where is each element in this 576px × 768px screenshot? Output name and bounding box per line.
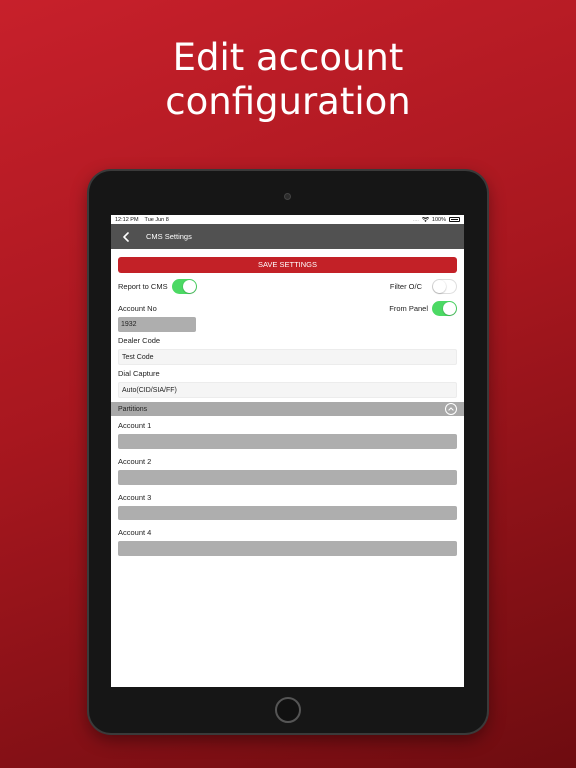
partitions-header[interactable]: Partitions xyxy=(111,402,464,416)
back-button[interactable] xyxy=(119,230,133,244)
home-button[interactable] xyxy=(275,697,301,723)
filter-oc-toggle[interactable] xyxy=(432,279,457,294)
account-4-input[interactable] xyxy=(118,541,457,556)
account-no-row: Account No From Panel xyxy=(118,301,457,316)
status-right: .... 100% xyxy=(413,217,460,223)
settings-form: SAVE SETTINGS Report to CMS Filter O/C A… xyxy=(111,257,464,398)
chevron-up-circle-icon[interactable] xyxy=(445,403,457,415)
app-screen: 12:12 PM Tue Jun 8 .... 100% CMS Setting… xyxy=(111,215,464,687)
account-no-label: Account No xyxy=(118,304,157,313)
report-filter-row: Report to CMS Filter O/C xyxy=(118,279,457,294)
report-to-cms-label: Report to CMS xyxy=(118,282,168,291)
partition-account: Account 4 xyxy=(118,528,457,556)
partitions-list: Account 1 Account 2 Account 3 Account 4 xyxy=(111,421,464,556)
partition-account: Account 3 xyxy=(118,493,457,520)
account-3-input[interactable] xyxy=(118,506,457,520)
nav-title: CMS Settings xyxy=(146,232,192,241)
headline-line-2: configuration xyxy=(165,80,411,123)
dial-capture-select[interactable]: Auto(CID/SIA/FF) xyxy=(118,382,457,398)
partitions-title: Partitions xyxy=(118,405,148,413)
dealer-code-label: Dealer Code xyxy=(118,336,161,345)
tablet-device: 12:12 PM Tue Jun 8 .... 100% CMS Setting… xyxy=(89,171,487,733)
account-3-label: Account 3 xyxy=(118,493,152,502)
status-date: Tue Jun 8 xyxy=(144,216,169,223)
account-2-label: Account 2 xyxy=(118,457,152,466)
partition-account: Account 2 xyxy=(118,457,457,485)
nav-bar: CMS Settings xyxy=(111,224,464,249)
status-time: 12:12 PM xyxy=(115,216,139,223)
from-panel-group: From Panel xyxy=(389,301,457,316)
account-1-label: Account 1 xyxy=(118,421,152,430)
account-no-input[interactable]: 1932 xyxy=(118,317,196,332)
status-left: 12:12 PM Tue Jun 8 xyxy=(115,217,169,223)
status-bar: 12:12 PM Tue Jun 8 .... 100% xyxy=(111,215,464,224)
headline-line-1: Edit account xyxy=(172,36,404,79)
from-panel-label: From Panel xyxy=(389,304,428,313)
account-4-label: Account 4 xyxy=(118,528,152,537)
marketing-headline: Edit account configuration xyxy=(0,36,576,124)
report-to-cms-toggle[interactable] xyxy=(171,279,197,294)
battery-icon xyxy=(449,217,460,222)
dealer-code-input[interactable]: Test Code xyxy=(118,349,457,365)
filter-oc-label: Filter O/C xyxy=(389,282,422,291)
signal-dots: .... xyxy=(412,216,419,223)
camera-icon xyxy=(284,193,291,200)
battery-percent: 100% xyxy=(431,216,446,223)
wifi-icon xyxy=(421,217,429,222)
filter-oc-group: Filter O/C xyxy=(390,279,457,294)
save-settings-button[interactable]: SAVE SETTINGS xyxy=(118,257,457,273)
dial-capture-label: Dial Capture xyxy=(118,369,160,378)
account-1-input[interactable] xyxy=(118,434,457,449)
chevron-left-icon xyxy=(123,231,129,242)
from-panel-toggle[interactable] xyxy=(432,301,457,316)
partition-account: Account 1 xyxy=(118,421,457,449)
account-2-input[interactable] xyxy=(118,470,457,485)
report-to-cms-group: Report to CMS xyxy=(118,279,197,294)
